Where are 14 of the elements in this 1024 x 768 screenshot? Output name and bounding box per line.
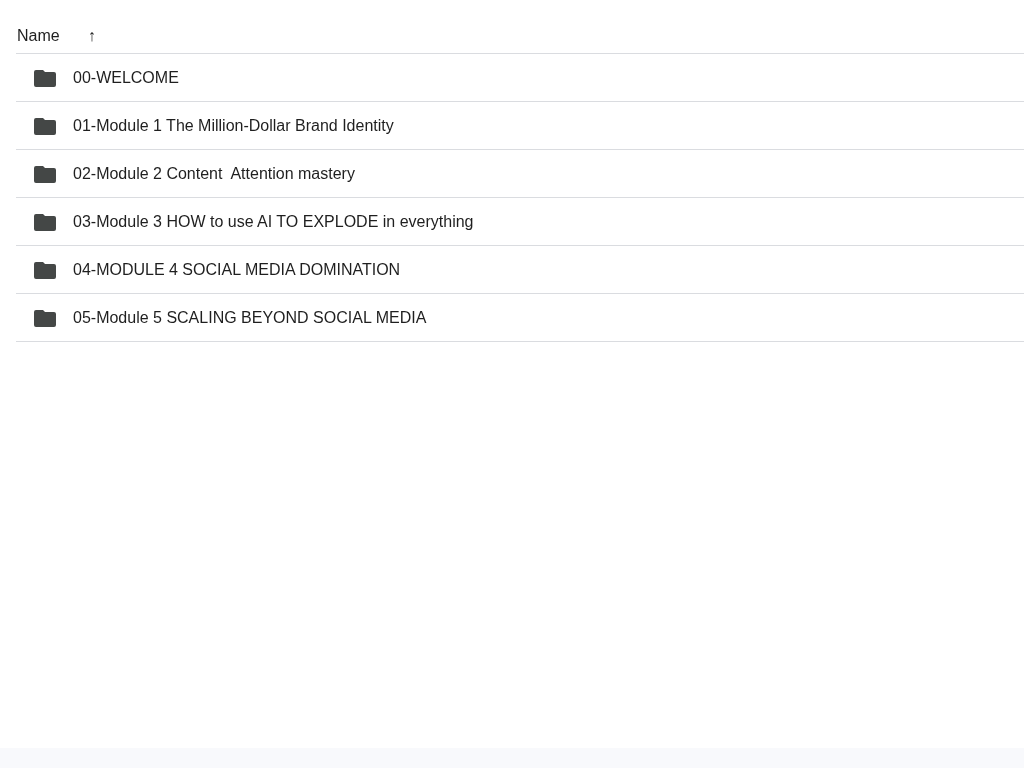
folder-name[interactable]: 00-WELCOME	[73, 68, 179, 87]
folder-icon	[34, 68, 56, 87]
sort-arrow[interactable]: ↑	[87, 26, 96, 45]
folder-name[interactable]: 03-Module 3 HOW to use AI TO EXPLODE in everything	[73, 212, 474, 231]
folder-icon	[34, 116, 56, 135]
folder-name[interactable]: 01-Module 1 The Million-Dollar Brand Identity	[73, 116, 394, 135]
folder-icon	[34, 212, 56, 231]
folder-name[interactable]: 04-MODULE 4 SOCIAL MEDIA DOMINATION	[73, 260, 401, 279]
folder-name[interactable]: 05-Module 5 SCALING BEYOND SOCIAL MEDIA	[73, 308, 427, 327]
column-header[interactable]: Name	[16, 26, 60, 45]
folder-icon	[34, 260, 56, 279]
folder-icon	[34, 164, 56, 183]
folder-name[interactable]: 02-Module 2 Content Attention mastery	[73, 164, 355, 183]
folder-icon	[34, 308, 56, 327]
